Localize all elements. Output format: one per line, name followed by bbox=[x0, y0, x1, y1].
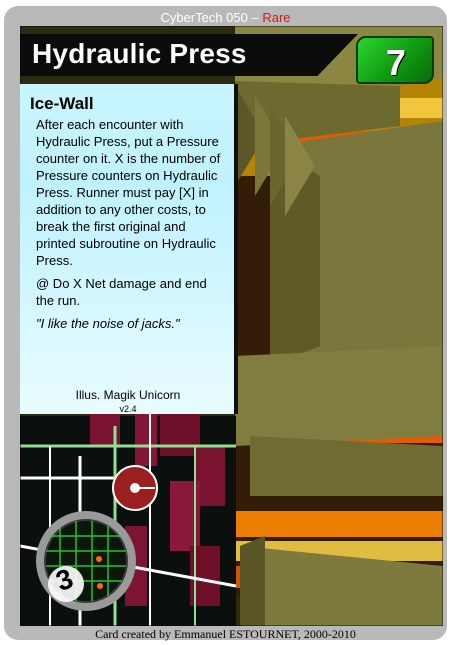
version-label: v2.4 bbox=[119, 404, 137, 414]
title-bar: Hydraulic Press bbox=[20, 34, 358, 76]
cost-value: 7 bbox=[386, 42, 407, 83]
footer-credit: Card created by Emmanuel ESTOURNET, 2000… bbox=[95, 627, 356, 641]
rules-paragraph-2: @ Do X Net damage and end the run. bbox=[36, 276, 207, 308]
rules-text: After each encounter with Hydraulic Pres… bbox=[36, 116, 226, 338]
cost-box: 7 bbox=[356, 36, 434, 84]
illustrator-credit: Illus. Magik Unicorn bbox=[75, 388, 181, 402]
rules-paragraph-1: After each encounter with Hydraulic Pres… bbox=[36, 117, 221, 268]
text-box: Ice-Wall After each encounter with Hydra… bbox=[20, 84, 238, 414]
set-name: CyberTech 050 bbox=[160, 10, 248, 25]
flavor-text: "I like the noise of jacks." bbox=[36, 316, 180, 331]
set-line: CyberTech 050 – Rare bbox=[0, 10, 451, 25]
card-type: Ice-Wall bbox=[30, 94, 94, 113]
card-title: Hydraulic Press bbox=[32, 38, 247, 69]
rarity: Rare bbox=[262, 10, 291, 25]
card: CyberTech 050 – Rare Hydraulic Press 7 I… bbox=[0, 0, 451, 645]
set-separator: – bbox=[251, 10, 263, 25]
